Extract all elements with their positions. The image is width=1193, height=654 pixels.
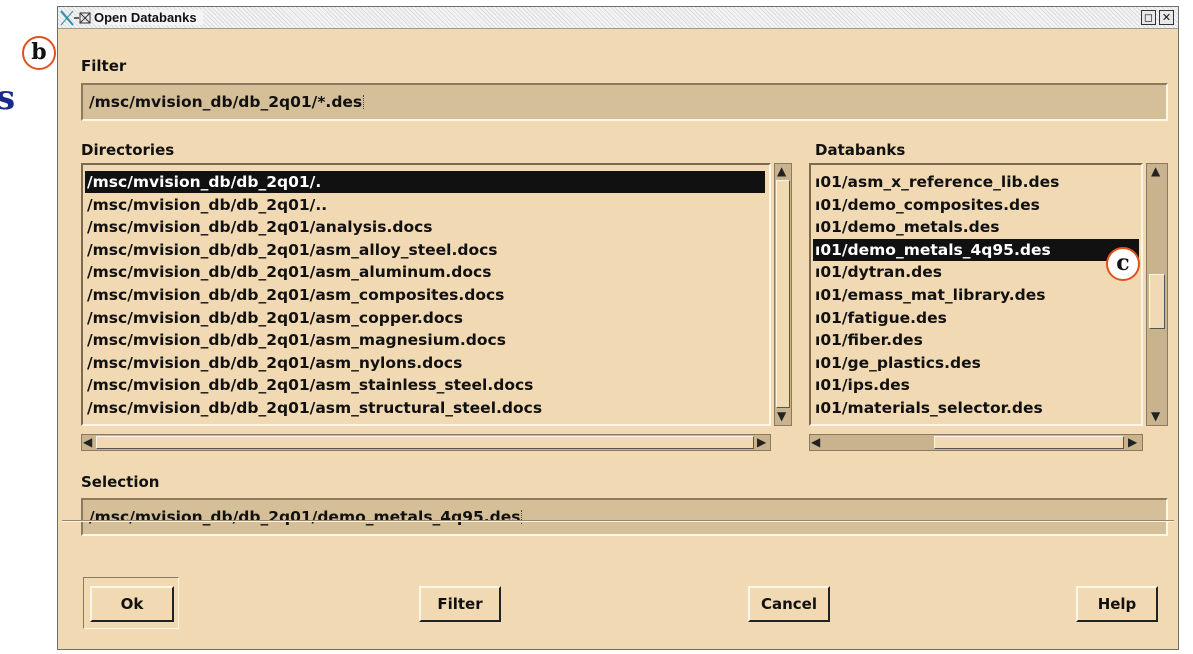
databanks-list-item[interactable]: ı01/fatigue.des [813,307,1139,329]
databanks-list-item[interactable]: ı01/demo_composites.des [813,194,1139,216]
scroll-thumb[interactable] [934,436,1124,449]
close-button[interactable]: ✕ [1159,10,1174,25]
selection-label: Selection [81,473,160,491]
databanks-list-item[interactable]: ı01/demo_metals.des [813,216,1139,238]
window-menu-icon[interactable] [60,9,92,27]
filter-label: Filter [81,57,127,75]
ok-button[interactable]: Ok [90,586,174,622]
directories-list-item[interactable]: /msc/mvision_db/db_2q01/asm_structural_s… [85,397,765,419]
scroll-down-arrow-icon[interactable]: ▼ [1151,410,1160,422]
directories-list-item[interactable]: /msc/mvision_db/db_2q01/asm_composites.d… [85,284,765,306]
directories-list-item[interactable]: /msc/mvision_db/db_2q01/asm_alloy_steel.… [85,239,765,261]
window-title: Open Databanks [94,10,203,25]
scroll-left-arrow-icon[interactable]: ◀ [83,436,92,448]
scroll-thumb[interactable] [96,436,754,449]
scroll-thumb[interactable] [1149,274,1165,329]
databanks-list-item[interactable]: ı01/fiber.des [813,329,1139,351]
directories-list-item[interactable]: /msc/mvision_db/db_2q01/asm_copper.docs [85,307,765,329]
divider [62,520,1174,522]
scroll-left-arrow-icon[interactable]: ◀ [811,436,820,448]
directories-list-item[interactable]: /msc/mvision_db/db_2q01/. [85,171,765,193]
scroll-up-arrow-icon[interactable]: ▲ [1151,165,1160,177]
selection-value: /msc/mvision_db/db_2q01/demo_metals_4q95… [89,508,521,526]
databanks-list-item[interactable]: ı01/demo_metals_4q95.des [813,238,1139,261]
databanks-list-item[interactable]: ı01/emass_mat_library.des [813,284,1139,306]
scroll-right-arrow-icon[interactable]: ▶ [1128,436,1137,448]
callout-b: b [22,36,56,70]
cancel-button[interactable]: Cancel [748,586,830,622]
directories-list-item[interactable]: /msc/mvision_db/db_2q01/asm_aluminum.doc… [85,261,765,283]
directories-horizontal-scrollbar[interactable]: ◀ ▶ [81,434,771,451]
selection-input[interactable]: /msc/mvision_db/db_2q01/demo_metals_4q95… [81,498,1168,536]
databanks-label: Databanks [815,141,906,159]
scroll-right-arrow-icon[interactable]: ▶ [757,436,766,448]
directories-label: Directories [81,141,175,159]
directories-list-item[interactable]: /msc/mvision_db/db_2q01/asm_magnesium.do… [85,329,765,351]
partial-side-letter: s [0,78,16,118]
maximize-button[interactable]: ◻ [1141,10,1156,25]
databanks-list-item[interactable]: ı01/ge_plastics.des [813,352,1139,374]
databanks-vertical-scrollbar[interactable]: ▲ ▼ [1146,163,1168,426]
text-cursor [363,95,367,109]
open-databanks-dialog: Open Databanks ◻ ✕ Filter /msc/mvision_d… [57,6,1179,650]
help-button[interactable]: Help [1076,586,1158,622]
filter-input[interactable]: /msc/mvision_db/db_2q01/*.des [81,83,1168,121]
directories-list-item[interactable]: /msc/mvision_db/db_2q01/analysis.docs [85,216,765,238]
databanks-horizontal-scrollbar[interactable]: ◀ ▶ [809,434,1143,451]
directories-list-item[interactable]: /msc/mvision_db/db_2q01/.. [85,194,765,216]
directories-list-item[interactable]: /msc/mvision_db/db_2q01/asm_stainless_st… [85,374,765,396]
databanks-list-item[interactable]: ı01/ips.des [813,374,1139,396]
scroll-up-arrow-icon[interactable]: ▲ [777,165,786,177]
filter-value: /msc/mvision_db/db_2q01/*.des [89,93,363,111]
callout-c: c [1106,247,1140,281]
title-bar[interactable]: Open Databanks ◻ ✕ [58,7,1178,29]
databanks-list[interactable]: ı01/asm_x_reference_lib.des ı01/demo_comp… [809,163,1143,426]
filter-button[interactable]: Filter [419,586,501,622]
scroll-thumb[interactable] [776,180,790,408]
databanks-list-item[interactable]: ı01/dytran.des [813,261,1139,283]
databanks-list-item[interactable]: ı01/materials_selector.des [813,397,1139,419]
directories-list-item[interactable]: /msc/mvision_db/db_2q01/asm_nylons.docs [85,352,765,374]
scroll-down-arrow-icon[interactable]: ▼ [777,410,786,422]
directories-list[interactable]: /msc/mvision_db/db_2q01/./msc/mvision_db… [81,163,771,426]
directories-vertical-scrollbar[interactable]: ▲ ▼ [774,163,792,426]
databanks-list-item[interactable]: ı01/asm_x_reference_lib.des [813,171,1139,193]
